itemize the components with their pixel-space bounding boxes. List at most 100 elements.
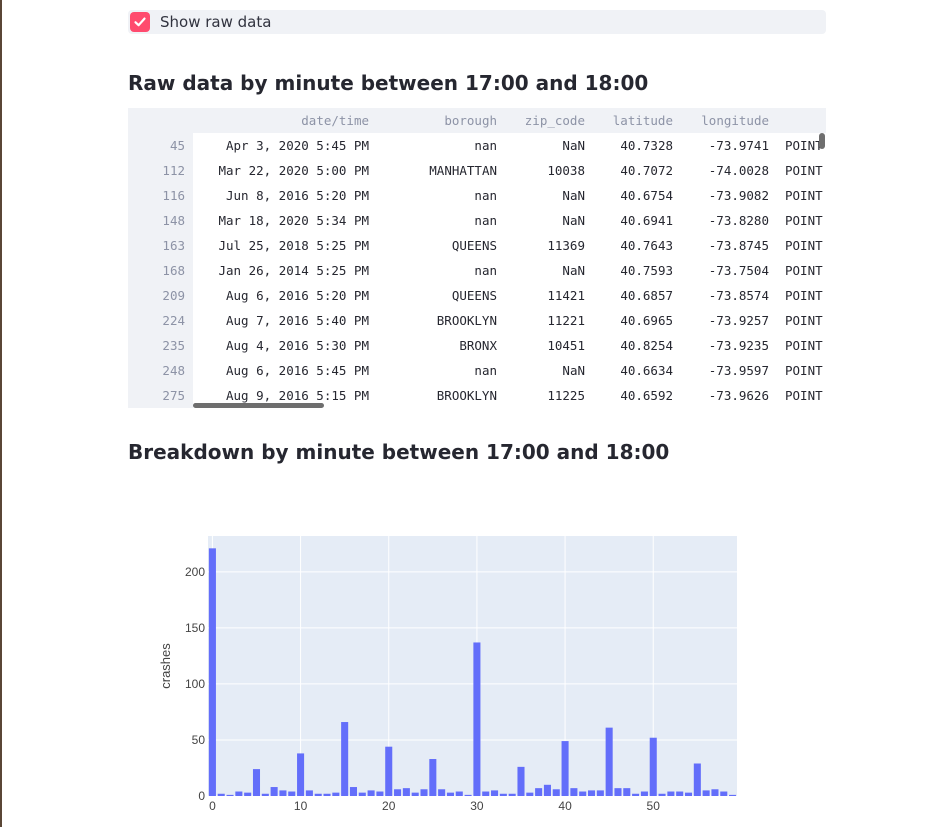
bar-minute-17[interactable] [358,792,366,796]
bar-minute-6[interactable] [261,793,269,796]
bar-minute-13[interactable] [323,793,331,796]
crashes-by-minute-chart[interactable]: 0 10 20 30 40 50 0 50 100 150 200 crashes [150,520,750,820]
checkmark-icon [134,17,146,27]
table-row[interactable]: 116 Jun 8, 2016 5:20 PM nan NaN 40.6754 -73.9… [128,183,826,208]
column-header-latitude[interactable]: latitude [585,108,673,133]
bar-minute-51[interactable] [658,793,666,796]
cell-longitude: -73.7504 [708,263,769,278]
bar-minute-50[interactable] [649,737,657,796]
table-row[interactable]: 112 Mar 22, 2020 5:00 PM MANHATTAN 10038 40.… [128,158,826,183]
bar-minute-57[interactable] [711,789,719,796]
bar-minute-48[interactable] [632,793,640,796]
breakdown-heading: Breakdown by minute between 17:00 and 18… [128,440,670,464]
row-index: 45 [169,138,185,153]
bar-minute-54[interactable] [684,792,693,796]
bar-minute-52[interactable] [667,791,675,796]
table-row[interactable]: 235 Aug 4, 2016 5:30 PM BRONX 10451 40.8254 -… [128,333,826,358]
bar-minute-45[interactable] [605,727,613,796]
table-row[interactable]: 163 Jul 25, 2018 5:25 PM QUEENS 11369 40.764… [128,233,826,258]
cell-borough: QUEENS [451,288,497,303]
bar-minute-22[interactable] [402,788,410,796]
bar-minute-20[interactable] [385,746,393,796]
bar-minute-11[interactable] [305,790,313,796]
bar-minute-2[interactable] [226,794,234,796]
cell-location: POINT [785,388,823,403]
cell-datetime: Mar 18, 2020 5:34 PM [218,213,369,228]
cell-datetime: Mar 22, 2020 5:00 PM [218,163,369,178]
bar-minute-39[interactable] [552,789,560,796]
bar-minute-28[interactable] [455,791,463,796]
table-row[interactable]: 224 Aug 7, 2016 5:40 PM BROOKLYN 11221 40.69… [128,308,826,333]
bar-minute-9[interactable] [288,791,296,796]
y-tick-label: 150 [185,621,205,635]
bar-minute-3[interactable] [235,791,243,796]
cell-borough: MANHATTAN [429,163,497,178]
bar-minute-41[interactable] [570,788,578,796]
bar-minute-14[interactable] [332,792,340,796]
table-row[interactable]: 45 Apr 3, 2020 5:45 PM nan NaN 40.7328 -73.97… [128,133,826,158]
table-row[interactable]: 248 Aug 6, 2016 5:45 PM nan NaN 40.6634 -73.9… [128,358,826,383]
bar-minute-35[interactable] [517,766,525,796]
bar-minute-4[interactable] [244,792,252,796]
bar-minute-44[interactable] [596,790,604,796]
bar-minute-0[interactable] [208,548,216,796]
bar-minute-29[interactable] [464,794,472,796]
bar-minute-27[interactable] [446,792,454,796]
column-header-borough[interactable]: borough [369,108,497,133]
show-raw-data-checkbox[interactable]: Show raw data [128,10,826,34]
bar-minute-40[interactable] [561,741,569,796]
bar-minute-34[interactable] [508,793,516,796]
bar-minute-58[interactable] [720,791,728,796]
bar-minute-56[interactable] [702,790,710,796]
bar-minute-8[interactable] [279,790,287,796]
table-horizontal-scrollbar[interactable] [193,403,324,408]
bar-minute-15[interactable] [341,722,349,796]
bar-minute-31[interactable] [482,791,490,796]
bar-minute-5[interactable] [252,769,261,796]
bar-minute-23[interactable] [411,792,419,796]
bar-minute-46[interactable] [614,788,622,796]
bar-minute-21[interactable] [394,789,402,796]
cell-datetime: Aug 7, 2016 5:40 PM [226,313,369,328]
bar-minute-59[interactable] [729,794,737,796]
bar-minute-10[interactable] [297,753,305,796]
column-header-datetime[interactable]: date/time [193,108,369,133]
cell-latitude: 40.7072 [620,163,673,178]
cell-datetime: Jun 8, 2016 5:20 PM [226,188,369,203]
cell-zip-code: NaN [562,263,585,278]
bar-minute-30[interactable] [473,642,481,796]
raw-data-table[interactable]: date/time borough zip_code latitude long… [128,108,826,408]
column-header-zip-code[interactable]: zip_code [497,108,585,133]
bar-minute-36[interactable] [526,792,534,796]
bar-minute-32[interactable] [491,790,499,796]
table-row[interactable]: 148 Mar 18, 2020 5:34 PM nan NaN 40.6941 -73.… [128,208,826,233]
bar-minute-53[interactable] [676,791,684,796]
bar-minute-38[interactable] [543,784,551,796]
bar-minute-7[interactable] [270,787,278,796]
cell-zip-code: NaN [562,363,585,378]
bar-minute-37[interactable] [535,788,543,796]
bar-minute-49[interactable] [640,791,648,796]
bar-minute-33[interactable] [499,793,507,796]
bar-minute-25[interactable] [429,759,437,796]
cell-longitude: -73.9082 [708,188,769,203]
checkbox-checked-icon[interactable] [130,12,150,32]
table-row[interactable]: 168 Jan 26, 2014 5:25 PM nan NaN 40.7593 -73.… [128,258,826,283]
bar-minute-18[interactable] [367,790,375,796]
bar-minute-26[interactable] [438,789,446,796]
column-header-longitude[interactable]: longitude [673,108,769,133]
bar-minute-19[interactable] [376,791,384,796]
cell-longitude: -73.9741 [708,138,769,153]
bar-minute-24[interactable] [420,789,428,796]
cell-borough: QUEENS [451,238,497,253]
bar-minute-42[interactable] [579,791,587,796]
bar-minute-47[interactable] [623,788,631,796]
bar-minute-16[interactable] [349,787,358,796]
bar-minute-55[interactable] [693,763,701,797]
table-row[interactable]: 209 Aug 6, 2016 5:20 PM QUEENS 11421 40.6857… [128,283,826,308]
y-tick-label: 200 [185,565,205,579]
bar-minute-12[interactable] [314,793,322,796]
table-vertical-scrollbar[interactable] [819,133,825,149]
bar-minute-43[interactable] [587,790,596,796]
bar-minute-1[interactable] [217,793,225,796]
